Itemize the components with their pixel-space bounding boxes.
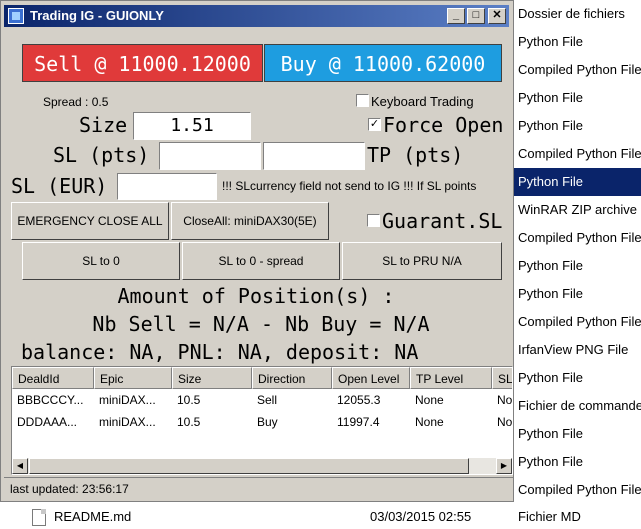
file-type-item[interactable]: Python File: [512, 84, 641, 112]
table-cell: 10.5: [177, 415, 201, 429]
table-row[interactable]: BBBCCCY... miniDAX... 10.5 Sell 12055.3 None N…: [12, 389, 513, 411]
table-cell: No: [497, 393, 513, 407]
file-type-item[interactable]: Python File: [512, 28, 641, 56]
file-type-item[interactable]: WinRAR ZIP archive: [512, 196, 641, 224]
guarant-sl-label: Guarant.SL: [382, 209, 503, 233]
file-type-item[interactable]: Python File: [512, 168, 641, 196]
buy-button[interactable]: Buy @ 11000.62000: [264, 44, 502, 82]
table-cell: Sell: [257, 393, 278, 407]
file-type-item[interactable]: Dossier de fichiers: [512, 0, 641, 28]
file-name: README.md: [54, 509, 132, 524]
trading-window: Trading IG - GUIONLY _ □ ✕ Sell @ 11000.…: [0, 0, 514, 502]
amount-positions-label: Amount of Position(s) :: [117, 284, 395, 308]
file-row-readme[interactable]: README.md 03/03/2015 02:55 Fichier MD: [0, 506, 641, 529]
emergency-close-all-button[interactable]: EMERGENCY CLOSE ALL: [11, 202, 169, 240]
column-header[interactable]: DealdId: [12, 367, 94, 389]
file-type-column: Dossier de fichiers Python File Compiled P…: [512, 0, 641, 506]
nb-positions-label: Nb Sell = N/A - Nb Buy = N/A: [92, 312, 430, 336]
column-header[interactable]: Open Level: [332, 367, 410, 389]
file-type-item[interactable]: Python File: [512, 280, 641, 308]
title-bar[interactable]: Trading IG - GUIONLY _ □ ✕: [4, 5, 509, 27]
sl-warning: !!! SLcurrency field not send to IG !!! …: [222, 179, 477, 193]
close-all-button[interactable]: CloseAll: miniDAX30(5E): [171, 202, 329, 240]
horizontal-scrollbar[interactable]: ◀ ▶: [12, 458, 512, 474]
column-header[interactable]: SL: [492, 367, 512, 389]
table-cell: No: [497, 415, 513, 429]
file-type-item[interactable]: Fichier de commandes: [512, 392, 641, 420]
sell-button[interactable]: Sell @ 11000.12000: [22, 44, 263, 82]
sl-eur-input[interactable]: [117, 173, 217, 200]
column-header[interactable]: Direction: [252, 367, 332, 389]
file-type-item[interactable]: Compiled Python File: [512, 308, 641, 336]
guarant-sl-checkbox[interactable]: [367, 214, 380, 227]
balance-label: balance: NA, PNL: NA, deposit: NA: [21, 340, 419, 364]
column-header[interactable]: TP Level: [410, 367, 492, 389]
file-type-item[interactable]: Python File: [512, 420, 641, 448]
column-header[interactable]: Size: [172, 367, 252, 389]
table-row[interactable]: DDDAAA... miniDAX... 10.5 Buy 11997.4 None No: [12, 411, 513, 433]
file-type-item[interactable]: Compiled Python File: [512, 224, 641, 252]
scroll-thumb[interactable]: [29, 458, 469, 474]
file-type-item[interactable]: Compiled Python File: [512, 476, 641, 504]
sl-to-zero-button[interactable]: SL to 0: [22, 242, 180, 280]
scroll-left-icon[interactable]: ◀: [12, 458, 28, 474]
table-cell: 10.5: [177, 393, 201, 407]
spread-label: Spread : 0.5: [43, 95, 109, 109]
document-icon: [32, 509, 46, 526]
app-icon: [8, 8, 24, 24]
minimize-button[interactable]: _: [447, 8, 465, 24]
file-type-item[interactable]: Python File: [512, 364, 641, 392]
file-type-item[interactable]: Python File: [512, 252, 641, 280]
file-type-item[interactable]: Compiled Python File: [512, 140, 641, 168]
positions-table[interactable]: DealdId Epic Size Direction Open Level TP Lev…: [11, 366, 513, 475]
table-cell: None: [415, 393, 444, 407]
keyboard-trading-label: Keyboard Trading: [371, 94, 474, 109]
table-cell: 12055.3: [337, 393, 381, 407]
tp-pts-input[interactable]: [263, 142, 365, 170]
table-cell: miniDAX...: [99, 393, 156, 407]
file-type-item[interactable]: Python File: [512, 448, 641, 476]
table-cell: 11997.4: [337, 415, 380, 429]
force-open-label: Force Open: [383, 113, 504, 137]
sl-to-zero-spread-button[interactable]: SL to 0 - spread: [182, 242, 340, 280]
close-button[interactable]: ✕: [488, 8, 506, 24]
keyboard-trading-checkbox[interactable]: [356, 94, 369, 107]
status-bar: last updated: 23:56:17: [4, 477, 513, 499]
force-open-checkbox[interactable]: ✓: [368, 118, 381, 131]
file-type-item[interactable]: Compiled Python File: [512, 56, 641, 84]
sl-eur-label: SL (EUR): [11, 174, 108, 198]
table-cell: None: [415, 415, 444, 429]
table-cell: DDDAAA...: [17, 415, 78, 429]
scroll-right-icon[interactable]: ▶: [496, 458, 512, 474]
maximize-button[interactable]: □: [467, 8, 485, 24]
table-cell: miniDAX...: [99, 415, 156, 429]
window-title: Trading IG - GUIONLY: [30, 8, 164, 23]
sl-pts-label: SL (pts): [53, 143, 150, 167]
file-type-item[interactable]: IrfanView PNG File: [512, 336, 641, 364]
column-header[interactable]: Epic: [94, 367, 172, 389]
size-input[interactable]: 1.51: [133, 112, 251, 140]
table-cell: Buy: [257, 415, 278, 429]
file-date: 03/03/2015 02:55: [370, 509, 472, 524]
file-type: Fichier MD: [518, 509, 581, 524]
file-type-item[interactable]: Python File: [512, 112, 641, 140]
table-cell: BBBCCCY...: [17, 393, 84, 407]
tp-pts-label: TP (pts): [367, 143, 464, 167]
sl-pts-input[interactable]: [159, 142, 261, 170]
sl-to-pru-button[interactable]: SL to PRU N/A: [342, 242, 502, 280]
size-label: Size: [79, 113, 128, 137]
